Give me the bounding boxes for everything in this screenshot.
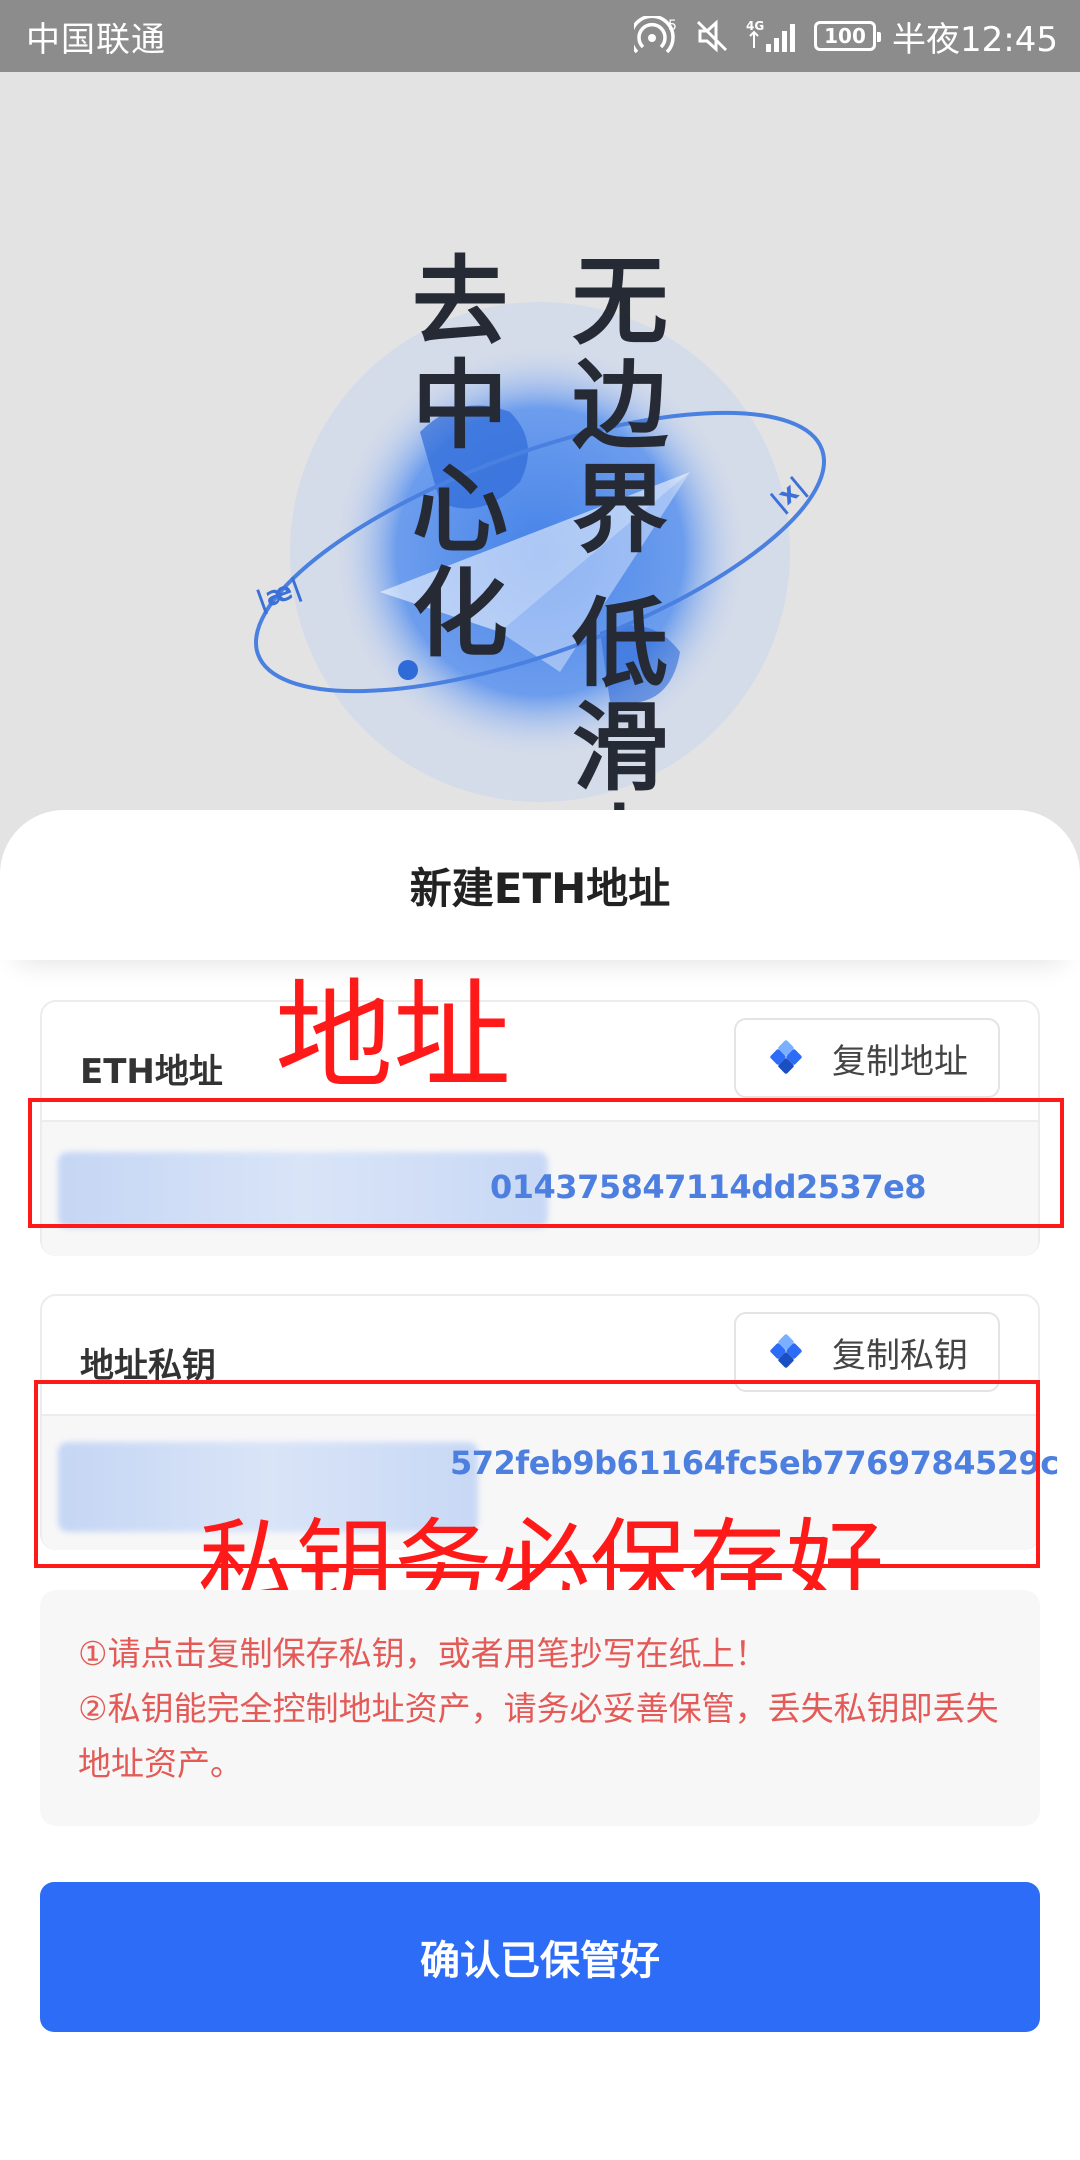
status-bar: 中国联通 5 4G 100 半夜12:45: [0, 0, 1080, 72]
copy-diamond-icon: [770, 1334, 802, 1368]
carrier-name: 中国联通: [26, 19, 166, 60]
mute-icon: [694, 18, 730, 54]
network-type: 4G: [746, 19, 764, 33]
clock: 半夜12:45: [892, 19, 1058, 60]
notice-line-2: ②私钥能完全控制地址资产，请务必妥善保管，丢失私钥即丢失地址资产。: [78, 1689, 999, 1783]
warning-notice: ①请点击复制保存私钥，或者用笔抄写在纸上！ ②私钥能完全控制地址资产，请务必妥善…: [40, 1590, 1040, 1826]
sheet-header: 新建ETH地址: [0, 810, 1080, 960]
slogan-right-top: 无边界: [572, 246, 668, 566]
copy-private-key-label: 复制私钥: [832, 1335, 968, 1376]
address-label: ETH地址: [80, 1052, 223, 1092]
slogan-left: 去中心化: [412, 246, 508, 670]
address-highlight-box: [28, 1098, 1064, 1228]
battery-icon: 100: [814, 21, 882, 51]
copy-address-button[interactable]: 复制地址: [734, 1018, 1000, 1098]
signal-icon: 4G: [746, 18, 798, 54]
new-address-sheet: 新建ETH地址 ETH地址 复制地址 014375847114dd2537e8 …: [0, 810, 1080, 2160]
status-icons: 5 4G 100 半夜12:45: [634, 12, 1058, 61]
copy-diamond-icon: [770, 1040, 802, 1074]
battery-level: 100: [824, 24, 866, 48]
address-annotation: 地址: [275, 971, 512, 1103]
sheet-title: 新建ETH地址: [409, 863, 671, 913]
hotspot-icon: 5: [634, 16, 678, 56]
hotspot-badge: 5: [668, 18, 677, 34]
copy-address-label: 复制地址: [832, 1041, 968, 1082]
confirm-saved-button[interactable]: 确认已保管好: [40, 1882, 1040, 2032]
notice-line-1: ①请点击复制保存私钥，或者用笔抄写在纸上！: [78, 1634, 768, 1673]
